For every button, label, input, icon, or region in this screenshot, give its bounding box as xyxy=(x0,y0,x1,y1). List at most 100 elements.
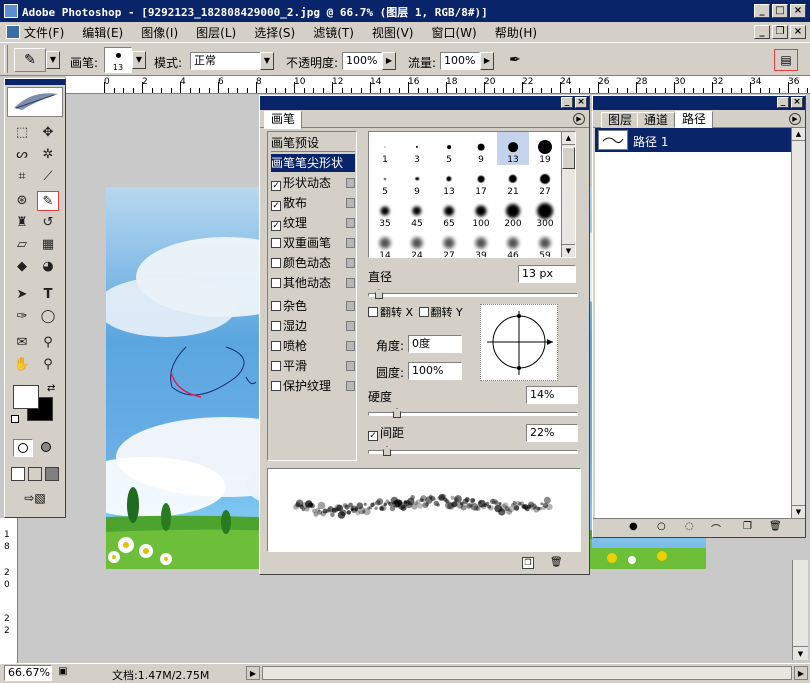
status-menu-icon[interactable]: ▣ xyxy=(56,666,70,680)
doc-close-button[interactable]: × xyxy=(790,25,806,39)
type-tool-icon[interactable]: T xyxy=(37,285,59,305)
clone-stamp-tool-icon[interactable]: ♜ xyxy=(11,213,33,233)
history-brush-tool-icon[interactable]: ↺ xyxy=(37,213,59,233)
brush-presets-item[interactable]: 画笔预设 xyxy=(271,134,355,152)
crop-tool-icon[interactable]: ⌗ xyxy=(11,167,33,187)
hardness-slider[interactable] xyxy=(368,408,578,418)
brush-option-checkbox[interactable]: ✓ xyxy=(271,221,281,231)
minimize-button[interactable]: _ xyxy=(754,4,770,18)
slice-tool-icon[interactable]: ⟋ xyxy=(37,167,59,187)
spacing-checkbox[interactable]: ✓ xyxy=(368,431,378,441)
brush-preset-cell[interactable]: 5 xyxy=(369,164,401,197)
brush-preset-cell[interactable]: 19 xyxy=(529,132,561,165)
mode-dropdown[interactable]: ▼ xyxy=(260,52,274,70)
screen-mode-standard-icon[interactable] xyxy=(11,467,25,481)
brush-option-checkbox[interactable]: ✓ xyxy=(271,181,281,191)
palette-well-icon[interactable]: ▤ xyxy=(774,49,798,71)
canvas-visible-area[interactable] xyxy=(592,538,706,569)
tool-preset-dropdown[interactable]: ▼ xyxy=(46,51,60,69)
lock-icon[interactable] xyxy=(346,301,355,311)
opacity-slider-button[interactable]: ▶ xyxy=(382,52,396,70)
brush-preset-cell[interactable]: 35 xyxy=(369,196,401,229)
dodge-tool-icon[interactable]: ◕ xyxy=(37,257,59,277)
menu-edit[interactable]: 编辑(E) xyxy=(82,24,123,41)
brush-preset-cell[interactable]: 17 xyxy=(465,164,497,197)
brush-option-checkbox[interactable] xyxy=(271,361,281,371)
brush-preset-cell[interactable]: 13 xyxy=(433,164,465,197)
menu-view[interactable]: 视图(V) xyxy=(372,24,414,41)
swap-colors-icon[interactable]: ⇄ xyxy=(47,383,55,394)
brush-option-checkbox[interactable] xyxy=(271,301,281,311)
brush-option-12[interactable]: 保护纹理 xyxy=(271,377,355,395)
menu-window[interactable]: 窗口(W) xyxy=(431,24,476,41)
scroll-down-arrow-icon[interactable]: ▼ xyxy=(793,646,808,660)
presets-scrollbar[interactable]: ▲ ▼ xyxy=(561,132,575,257)
notes-tool-icon[interactable]: ✉ xyxy=(11,333,33,353)
fill-path-icon[interactable]: ● xyxy=(629,521,638,532)
brush-preset-cell[interactable]: 100 xyxy=(465,196,497,229)
menu-help[interactable]: 帮助(H) xyxy=(495,24,537,41)
lock-icon[interactable] xyxy=(346,238,355,248)
angle-roundness-widget[interactable] xyxy=(480,304,558,381)
flow-slider-button[interactable]: ▶ xyxy=(480,52,494,70)
layers-palette-minimize-button[interactable]: _ xyxy=(777,97,789,108)
menu-layer[interactable]: 图层(L) xyxy=(196,24,236,41)
pen-tool-icon[interactable]: ✑ xyxy=(11,307,33,327)
flip-x-checkbox[interactable] xyxy=(368,307,378,317)
default-colors-icon[interactable] xyxy=(11,415,19,423)
brush-preset-picker[interactable]: 13 xyxy=(104,47,132,73)
eraser-tool-icon[interactable]: ▱ xyxy=(11,235,33,255)
lock-icon[interactable] xyxy=(346,178,355,188)
magic-wand-tool-icon[interactable]: ✲ xyxy=(37,145,59,165)
tab-paths[interactable]: 路径 xyxy=(675,111,714,129)
brush-option-checkbox[interactable] xyxy=(271,278,281,288)
screen-mode-full-icon[interactable] xyxy=(45,467,59,481)
brush-picker-dropdown[interactable]: ▼ xyxy=(132,51,146,69)
feather-logo-icon[interactable] xyxy=(7,87,63,117)
zoom-field[interactable]: 66.67% xyxy=(4,665,52,681)
hardness-field[interactable]: 14% xyxy=(526,386,578,404)
lock-icon[interactable] xyxy=(346,218,355,228)
brush-option-checkbox[interactable] xyxy=(271,258,281,268)
healing-brush-tool-icon[interactable]: ⊛ xyxy=(11,191,33,211)
brush-option-4[interactable]: ✓ 纹理 xyxy=(271,214,355,232)
angle-field[interactable]: 0度 xyxy=(408,335,462,353)
toolbox-grip[interactable] xyxy=(5,79,65,85)
brush-option-2[interactable]: ✓ 形状动态 xyxy=(271,174,355,192)
spacing-field[interactable]: 22% xyxy=(526,424,578,442)
brush-preset-cell[interactable]: 24 xyxy=(401,228,433,257)
gradient-tool-icon[interactable]: ▦ xyxy=(37,235,59,255)
hand-tool-icon[interactable]: ✋ xyxy=(11,355,33,375)
scroll-thumb[interactable] xyxy=(562,147,575,169)
scroll-right-icon[interactable]: ▶ xyxy=(794,666,808,680)
stroke-path-icon[interactable]: ○ xyxy=(657,521,666,532)
lasso-tool-icon[interactable]: ᔕ xyxy=(11,145,33,165)
layers-menu-arrow-icon[interactable]: ▶ xyxy=(789,113,801,125)
diameter-slider-thumb[interactable] xyxy=(375,289,383,299)
brush-option-checkbox[interactable] xyxy=(271,321,281,331)
jump-to-imageready-icon[interactable]: ⇨▧ xyxy=(15,491,55,509)
document-icon[interactable] xyxy=(6,25,20,39)
delete-path-icon[interactable]: 🗑 xyxy=(769,521,782,532)
tab-brushes[interactable]: 画笔 xyxy=(264,111,303,129)
brush-tip-presets-grid[interactable]: 1 3 5 9 13 19 5 9 13 17 21 27 35 45 65 100 200 300 14 24 27 3… xyxy=(368,131,576,258)
brush-option-11[interactable]: 平滑 xyxy=(271,357,355,375)
hardness-slider-thumb[interactable] xyxy=(393,408,401,418)
brush-preset-cell[interactable]: 46 xyxy=(497,228,529,257)
brush-preset-cell[interactable]: 21 xyxy=(497,164,529,197)
standard-mode-icon[interactable] xyxy=(13,439,33,457)
new-brush-icon[interactable]: ❐ xyxy=(522,557,534,569)
brush-tool-icon[interactable]: ✎ xyxy=(37,191,59,211)
brush-option-checkbox[interactable] xyxy=(271,341,281,351)
tab-layers[interactable]: 图层 xyxy=(601,112,640,128)
marquee-tool-icon[interactable]: ⬚ xyxy=(11,123,33,143)
shape-tool-icon[interactable]: ◯ xyxy=(37,307,59,327)
brush-preset-cell[interactable]: 27 xyxy=(529,164,561,197)
blur-tool-icon[interactable]: ◆ xyxy=(11,257,33,277)
brush-preset-cell[interactable]: 65 xyxy=(433,196,465,229)
eyedropper-tool-icon[interactable]: ⚲ xyxy=(37,333,59,353)
menu-filter[interactable]: 滤镜(T) xyxy=(313,24,354,41)
opacity-field[interactable]: 100% xyxy=(342,52,382,70)
spacing-slider[interactable] xyxy=(368,446,578,456)
lock-icon[interactable] xyxy=(346,258,355,268)
